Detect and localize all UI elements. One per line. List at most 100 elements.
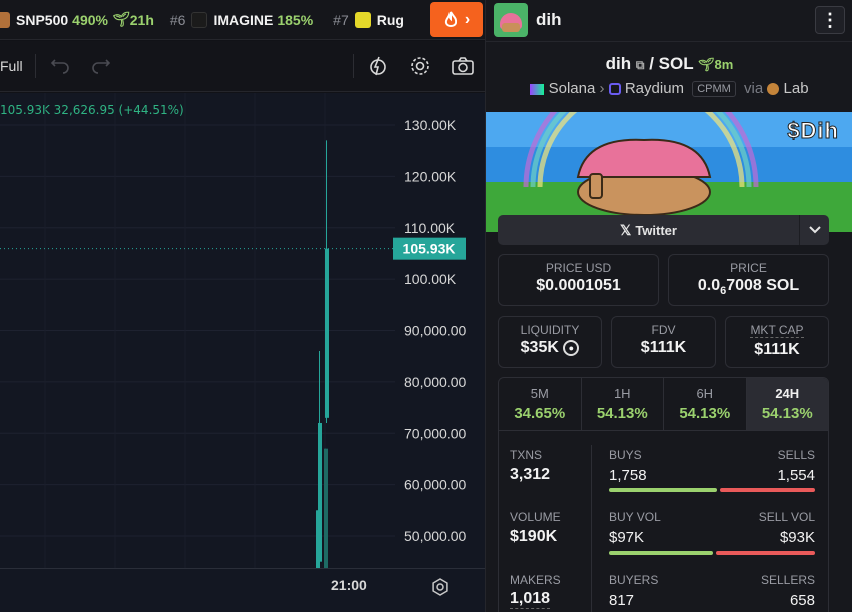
redo-icon[interactable]	[90, 55, 112, 77]
tab-change: 54.13%	[761, 405, 813, 422]
banner-title: $Dih	[787, 118, 839, 144]
price-usd-value: $0.0001051	[536, 277, 621, 294]
lab-icon	[767, 83, 780, 96]
pair-quote: SOL	[658, 54, 694, 73]
sell-volume-value: $93K	[779, 529, 815, 546]
dex-link[interactable]: Raydium	[625, 80, 684, 97]
ticker-pct: 490%	[72, 11, 108, 28]
twitter-label: Twitter	[635, 222, 677, 238]
raydium-icon	[608, 83, 621, 96]
y-tick-label: 130.00K	[404, 117, 457, 133]
chart-toolbar: Full	[0, 41, 485, 92]
tab-1h[interactable]: 1H 54.13%	[582, 378, 664, 430]
ticker-item-imagine[interactable]: #6 IMAGINE 185%	[169, 11, 317, 28]
launchpad-link[interactable]: Lab	[784, 80, 809, 97]
stats-divider	[591, 445, 592, 612]
market-cap-box: MKT CAP $111K	[725, 316, 829, 368]
market-cap-label: MKT CAP	[750, 323, 804, 338]
boost-button[interactable]: ›	[430, 2, 483, 37]
price-chart[interactable]: 105.93K 32,626.95 (+44.51%) 130.00K 120.0…	[0, 93, 485, 568]
sellers-value: 658	[789, 592, 815, 609]
settings-gear-icon[interactable]	[409, 55, 431, 77]
tab-6h[interactable]: 6H 54.13%	[664, 378, 747, 430]
price-sol-prefix: 0.0	[697, 277, 721, 294]
buys-sells-bar	[609, 488, 815, 492]
pair-title: dih ⧉ / SOL 🌱︎8m	[486, 54, 852, 74]
tab-change: 34.65%	[514, 405, 566, 422]
tab-change: 54.13%	[679, 405, 731, 422]
price-sol-box: PRICE 0.067008 SOL	[668, 254, 829, 306]
y-tick-label: 100.00K	[404, 271, 457, 287]
liquidity-label: LIQUIDITY	[520, 323, 580, 337]
token-info-pane: dih ⋮ dih ⧉ / SOL 🌱︎8m Solana › Raydium …	[485, 0, 852, 612]
volume-bar	[609, 551, 815, 555]
pool-type-badge: CPMM	[692, 81, 736, 98]
chevron-down-icon	[808, 226, 821, 234]
sellers-label: SELLERS	[760, 573, 815, 587]
trending-ticker: SNP500 490% 🌱︎ 21h #6 IMAGINE 185% #7 Ru…	[0, 0, 485, 40]
snp500-logo-icon	[0, 11, 10, 28]
ticker-rank: #7	[333, 11, 349, 28]
buyers-label: BUYERS	[609, 573, 659, 587]
chain-row: Solana › Raydium CPMM via Lab	[486, 80, 852, 98]
chevron-right-icon: ›	[599, 80, 609, 97]
fullscreen-button[interactable]: Full	[0, 58, 23, 74]
flame-icon	[444, 11, 457, 27]
txns-value: 3,312	[510, 466, 551, 483]
camera-icon[interactable]	[451, 55, 475, 77]
buy-volume-value: $97K	[609, 529, 645, 546]
axis-settings-icon[interactable]	[431, 578, 449, 596]
tab-label: 24H	[775, 386, 800, 401]
tab-5m[interactable]: 5M 34.65%	[499, 378, 582, 430]
social-dropdown-button[interactable]	[799, 215, 829, 245]
twitter-button[interactable]: 𝕏 Twitter	[498, 215, 799, 245]
buys-bar	[609, 488, 717, 492]
sells-label: SELLS	[777, 448, 815, 462]
ticker-item-rug[interactable]: #7 Rug	[333, 11, 408, 28]
fdv-value: $111K	[640, 339, 687, 356]
liquidity-amount: $35K	[520, 339, 559, 356]
lock-icon: ●	[563, 339, 580, 356]
x-icon: 𝕏	[620, 221, 632, 238]
ticker-name: SNP500	[16, 11, 69, 28]
market-cap-value: $111K	[754, 341, 800, 358]
buys-label: BUYS	[609, 448, 642, 462]
candle-body	[324, 448, 328, 568]
alert-icon[interactable]	[367, 55, 389, 77]
timeframe-tabs: 5M 34.65% 1H 54.13% 6H 54.13% 24H 54.13%	[498, 377, 829, 431]
ticker-age: 21h	[129, 11, 154, 28]
pair-age: 8m	[714, 57, 734, 72]
chain-link[interactable]: Solana	[549, 80, 596, 97]
pane-header: dih ⋮	[486, 0, 852, 42]
price-sol-label: PRICE	[730, 261, 767, 275]
chevron-right-icon: ›	[464, 10, 471, 28]
tab-label: 1H	[613, 386, 631, 401]
trade-stats: TXNS 3,312 BUYS SELLS 1,758 1,554 VOLUME…	[498, 431, 829, 612]
fdv-label: FDV	[651, 323, 676, 337]
price-usd-box: PRICE USD $0.0001051	[498, 254, 659, 306]
last-price-label: 105.93K	[403, 241, 456, 257]
liquidity-value: $35K ●	[499, 339, 601, 357]
ticker-item-snp500[interactable]: SNP500 490% 🌱︎ 21h	[0, 11, 154, 28]
undo-icon[interactable]	[49, 55, 71, 77]
social-links: 𝕏 Twitter	[498, 215, 829, 245]
sprout-icon: 🌱︎	[698, 57, 715, 72]
txns-label: TXNS	[510, 448, 543, 462]
y-tick-label: 60,000.00	[404, 477, 466, 493]
buy-volume-bar	[609, 551, 713, 555]
pair-slash: /	[649, 54, 659, 73]
time-axis: 21:00	[0, 568, 485, 612]
ticker-name: Rug	[376, 11, 404, 28]
toolbar-divider	[353, 54, 354, 78]
tab-24h[interactable]: 24H 54.13%	[746, 378, 828, 430]
imagine-logo-icon	[191, 11, 208, 28]
toolbar-divider	[35, 54, 36, 78]
ticker-rank: #6	[169, 11, 186, 28]
liquidity-box: LIQUIDITY $35K ●	[498, 316, 602, 368]
fdv-box: FDV $111K	[611, 316, 716, 368]
copy-icon[interactable]: ⧉	[636, 58, 645, 72]
y-tick-label: 70,000.00	[404, 425, 466, 441]
more-menu-button[interactable]: ⋮	[815, 6, 845, 34]
sell-volume-bar	[715, 551, 815, 555]
pair-base: dih	[605, 54, 632, 73]
